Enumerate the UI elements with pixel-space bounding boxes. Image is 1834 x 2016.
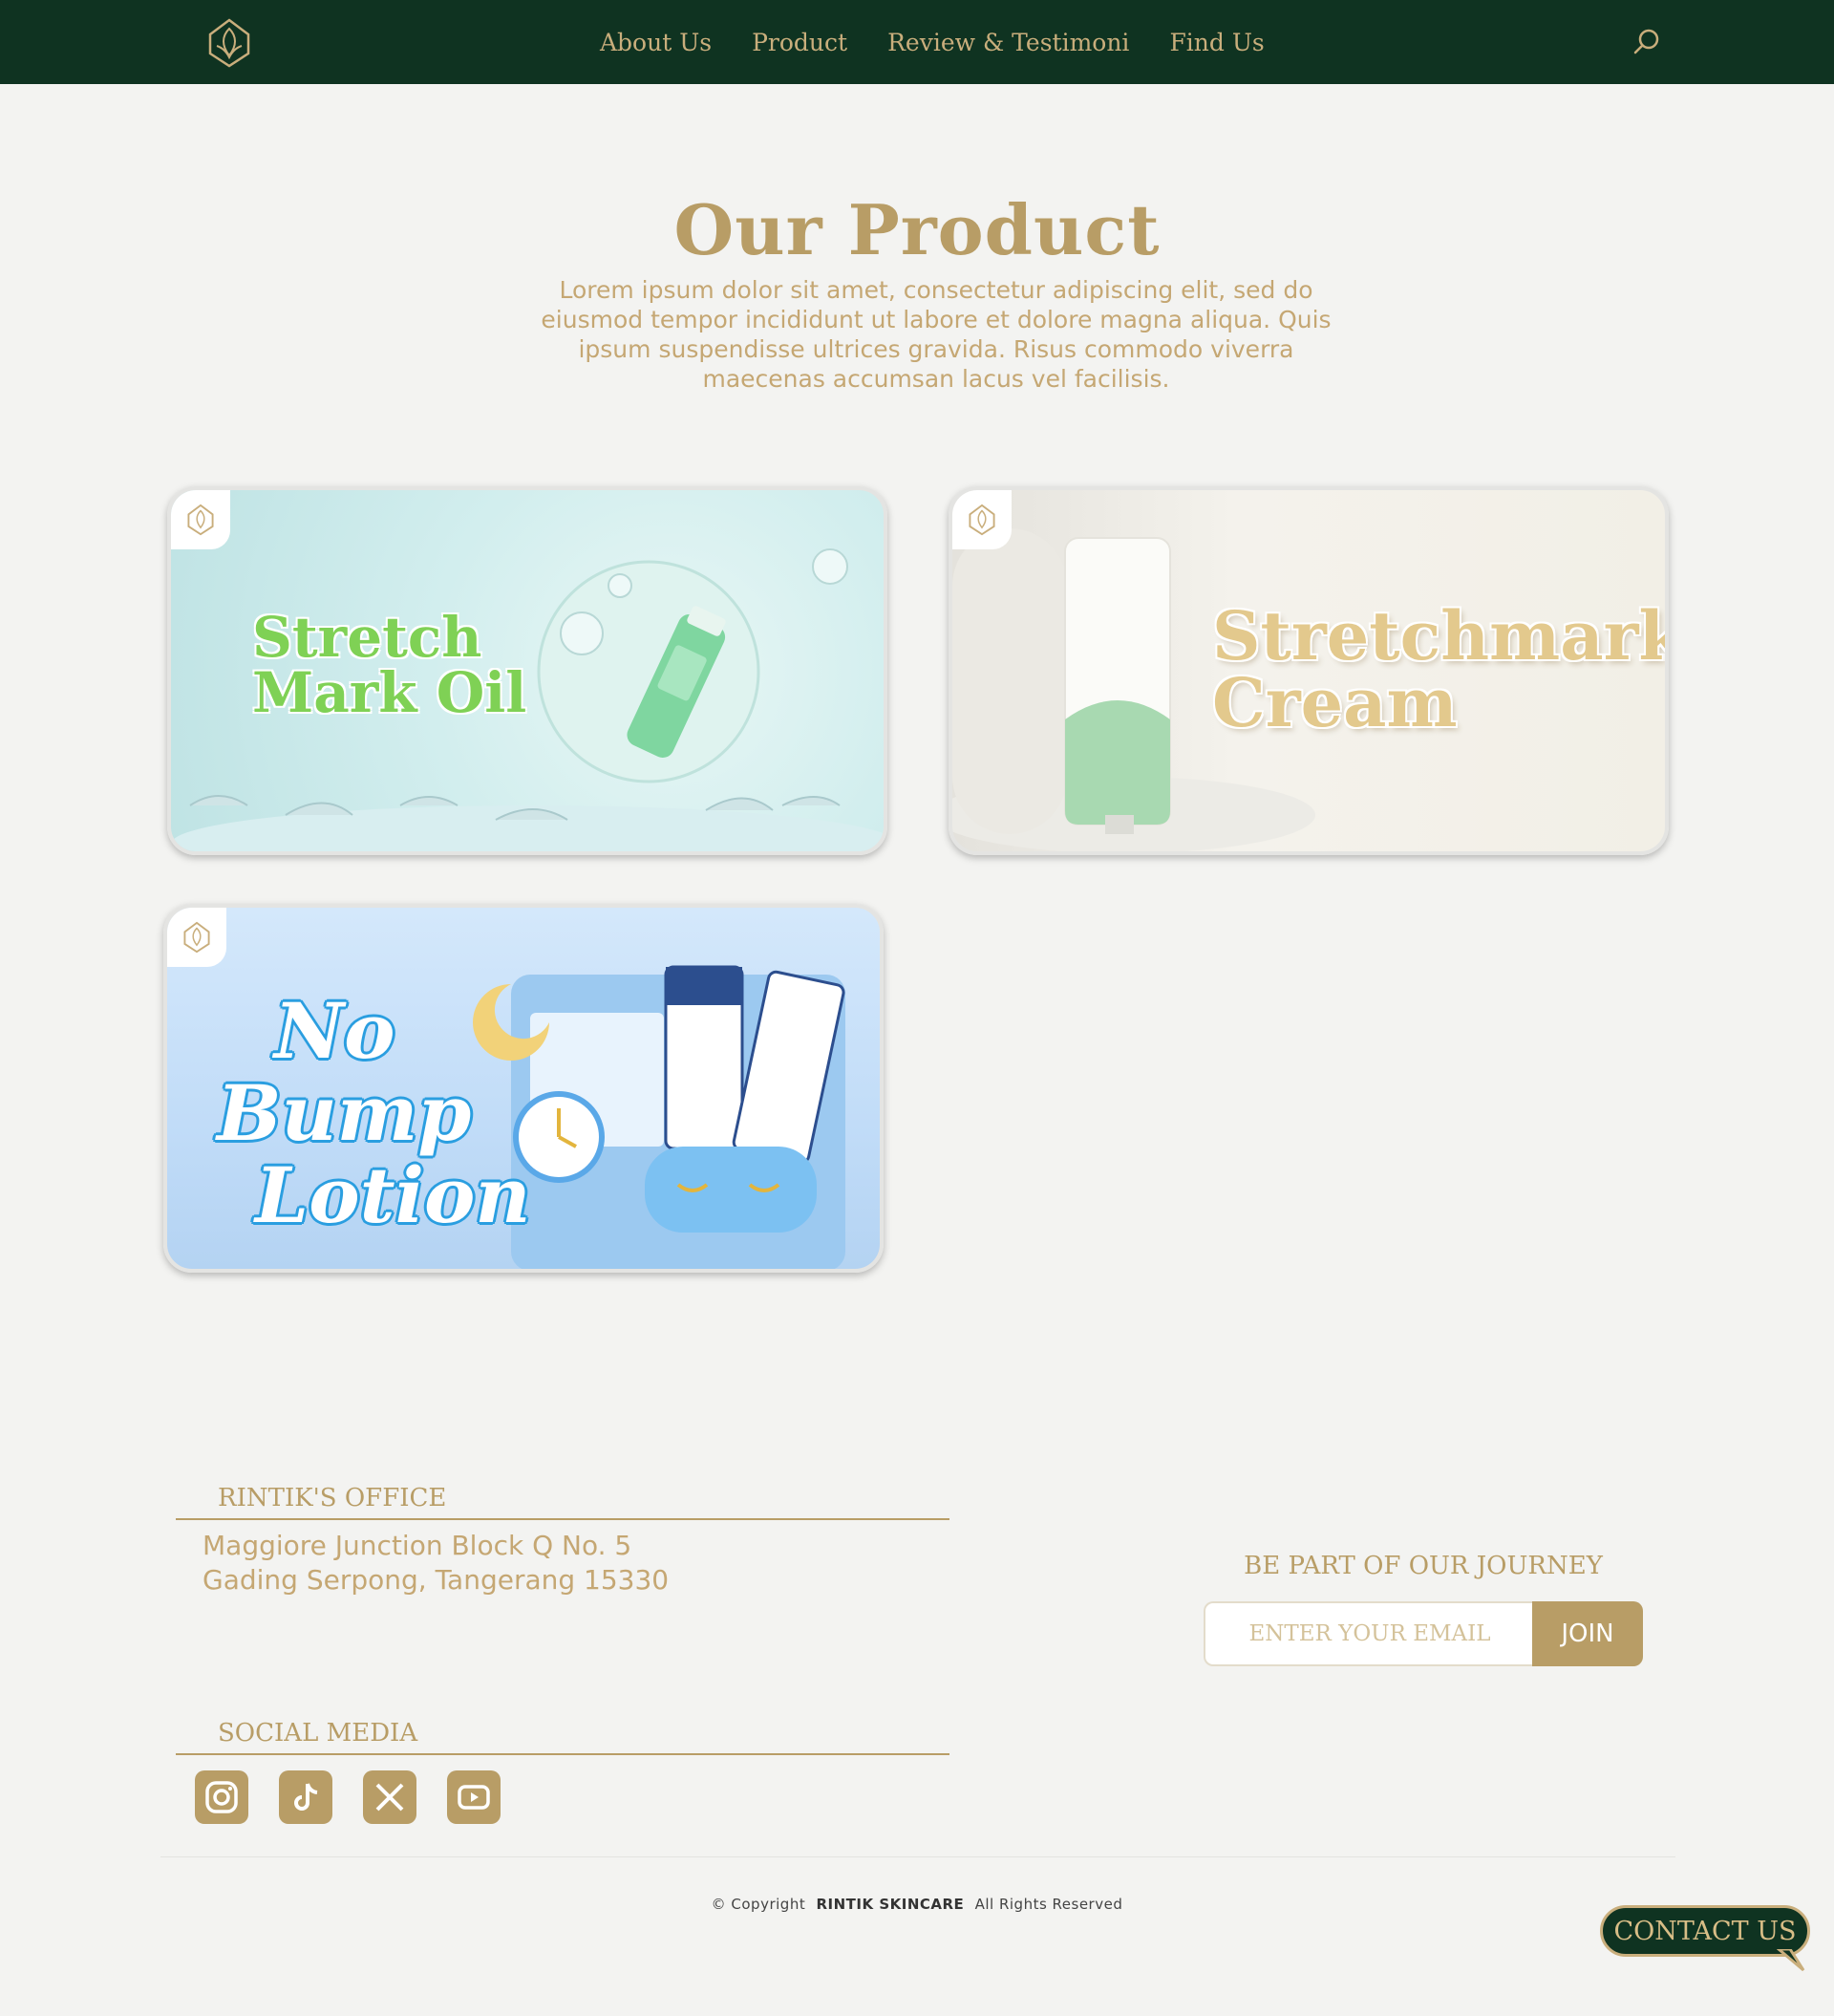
rintik-logo-icon <box>187 504 214 536</box>
rintik-logo-icon[interactable] <box>205 17 253 69</box>
nav-product[interactable]: Product <box>752 29 847 56</box>
social-heading: SOCIAL MEDIA <box>218 1719 418 1748</box>
product-name-line: Stretch <box>252 605 482 670</box>
x-icon[interactable] <box>363 1770 416 1824</box>
rintik-logo-icon <box>183 921 210 954</box>
card-badge <box>167 908 226 967</box>
copyright-brand: RINTIK SKINCARE <box>816 1896 965 1913</box>
youtube-icon[interactable] <box>447 1770 501 1824</box>
social-links <box>195 1770 501 1824</box>
search-icon[interactable] <box>1631 27 1662 57</box>
copyright-prefix: © Copyright <box>711 1896 806 1913</box>
product-name: Stretch Mark Oil <box>252 610 596 720</box>
tiktok-icon[interactable] <box>279 1770 332 1824</box>
footer-divider <box>160 1856 1675 1857</box>
top-navbar: About Us Product Review & Testimoni Find… <box>0 0 1834 84</box>
product-name-line: Lotion <box>255 1150 531 1240</box>
nav-review-testimoni[interactable]: Review & Testimoni <box>887 29 1129 56</box>
product-name-line: Bump <box>217 1068 472 1158</box>
product-card-stretchmark-cream[interactable]: Stretchmark Cream <box>949 486 1669 855</box>
address-line: Gading Serpong, Tangerang 15330 <box>203 1564 670 1596</box>
product-name-line: No <box>274 986 395 1076</box>
product-name: Stretchmark Cream <box>1212 596 1669 742</box>
product-name: No Bump Lotion <box>217 986 531 1240</box>
page-title: Our Product <box>673 189 1161 270</box>
product-name-line: Stretchmark <box>1212 596 1669 676</box>
product-name-line: Cream <box>1212 663 1458 742</box>
product-name-line: Mark Oil <box>252 660 527 725</box>
office-address: Maggiore Junction Block Q No. 5 Gading S… <box>203 1529 776 1598</box>
office-heading: RINTIK'S OFFICE <box>218 1484 447 1512</box>
copyright-suffix: All Rights Reserved <box>974 1896 1123 1913</box>
instagram-icon[interactable] <box>195 1770 248 1824</box>
office-divider <box>176 1518 949 1520</box>
product-card-no-bump-lotion[interactable]: No Bump Lotion <box>163 904 884 1273</box>
social-divider <box>176 1753 949 1755</box>
rintik-logo-icon <box>969 504 995 536</box>
email-input[interactable] <box>1204 1601 1534 1666</box>
address-line: Maggiore Junction Block Q No. 5 <box>203 1530 632 1561</box>
nav-find-us[interactable]: Find Us <box>1169 29 1264 56</box>
join-button[interactable]: JOIN <box>1532 1601 1643 1666</box>
nav-about-us[interactable]: About Us <box>600 29 712 56</box>
card-badge <box>171 490 230 549</box>
speech-bubble-tail-icon <box>1777 1949 1805 1972</box>
copyright: © Copyright RINTIK SKINCARE All Rights R… <box>0 1896 1834 1913</box>
product-card-stretch-mark-oil[interactable]: Stretch Mark Oil <box>167 486 887 855</box>
card-badge <box>952 490 1012 549</box>
newsletter-heading: BE PART OF OUR JOURNEY <box>1244 1552 1603 1580</box>
page-description: Lorem ipsum dolor sit amet, consectetur … <box>541 276 1332 393</box>
